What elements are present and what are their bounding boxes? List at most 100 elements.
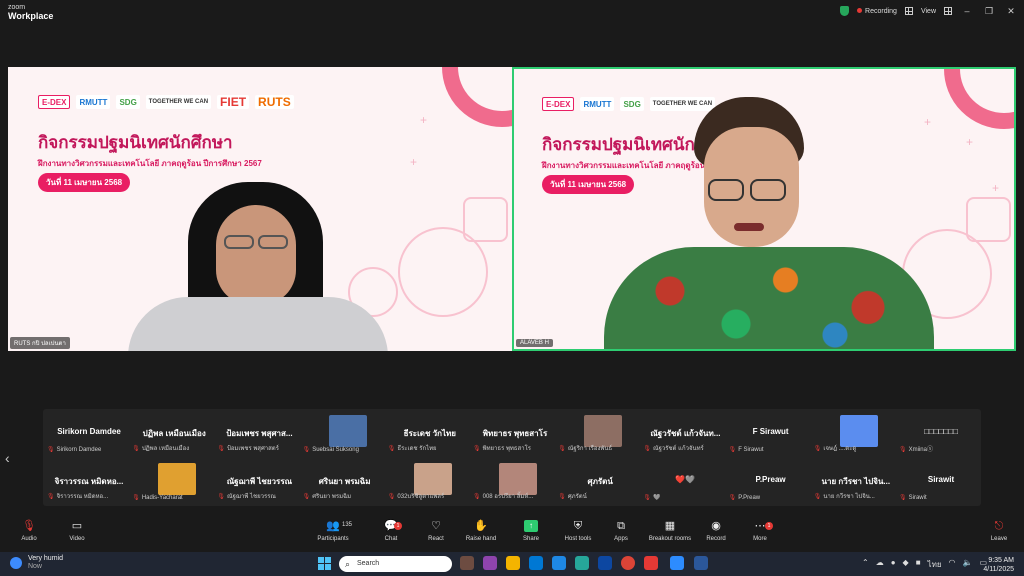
video-tile-left[interactable]: E-DEX RMUTT SDG TOGETHER WE CAN FIET RUT… — [8, 67, 512, 351]
clock-date: 4/11/2025 — [983, 566, 1014, 573]
participant-tile[interactable]: □□□□□□□ 🎙 Xmiinaⓢ — [895, 411, 987, 457]
search-icon: ⌕ — [345, 559, 351, 569]
tray-app-icon[interactable]: ◆ — [903, 558, 909, 571]
share-button[interactable]: ↑ Share — [506, 520, 556, 542]
participant-display-name: นาย กวีรชา ไปจิน... — [821, 477, 891, 486]
participant-name-text: ณัฐฌาพี ไชยวรรณ — [227, 494, 276, 500]
recording-label: Recording — [865, 7, 897, 15]
participant-name-text: ศรินยา พรมฉิม — [312, 494, 352, 500]
minimize-icon[interactable]: – — [960, 6, 974, 16]
store-icon[interactable] — [575, 556, 589, 570]
close-icon[interactable]: ✕ — [1004, 6, 1018, 17]
participant-tile[interactable]: ปฏิพล เหมือนเมือง 🎙 ปฏิพล เหมือนเมือง — [128, 411, 220, 457]
participant-name-text: Sirikorn Damdee — [56, 447, 102, 453]
wifi-icon[interactable]: ◠ — [949, 558, 956, 571]
record-icon: ◉ — [711, 520, 721, 532]
participant-display-name: ❤️🩶 — [675, 475, 696, 484]
participant-tile[interactable]: นาย กวีรชา ไปจิน... 🎙 นาย กวีรชา ไปจิน... — [810, 459, 902, 505]
audio-button[interactable]: 🎙 Audio — [4, 520, 54, 542]
video-tile-right-active-speaker[interactable]: E-DEX RMUTT SDG TOGETHER WE CAN กิจกรรมป… — [512, 67, 1016, 351]
record-button[interactable]: ◉ Record — [691, 520, 741, 542]
participant-tile[interactable]: P.Preaw 🎙 P.Preaw — [725, 459, 817, 505]
tray-app-icon[interactable]: ● — [891, 558, 896, 571]
participant-name-label: 🎙 ศุภรัตน์ — [558, 491, 587, 501]
react-button[interactable]: ♡ React — [411, 520, 461, 542]
participant-avatar — [158, 463, 197, 495]
system-tray[interactable]: ⌃ ☁ ● ◆ ■ ไทย ◠ 🔈 ▭ — [862, 558, 987, 571]
participant-name-text: ณัฐริกา เรืองพันธ์ — [567, 446, 613, 452]
participant-name-label: 🎙 Hadis-Yacharat — [132, 494, 183, 501]
task-view-icon[interactable] — [460, 556, 474, 570]
logo-edex: E-DEX — [542, 97, 575, 111]
zoom-taskbar-icon[interactable] — [670, 556, 684, 570]
word-icon[interactable] — [694, 556, 708, 570]
video-camera-icon: ▭ — [71, 520, 83, 532]
participant-name-text: 008 อรปรียา ลิ้มห์... — [482, 494, 534, 500]
edge-icon[interactable] — [552, 556, 566, 570]
participant-display-name: ธีระเดช วักไทย — [403, 429, 456, 438]
zoom-window: zoom Workplace Recording View – ❐ ✕ E-DE… — [0, 0, 1024, 576]
participant-tile[interactable]: 🎙 008 อรปรียา ลิ้มห์... — [469, 459, 561, 505]
participant-tile[interactable]: 🎙 Suebsai Suksong — [299, 411, 391, 457]
participant-tile[interactable]: ศรินยา พรมฉิม 🎙 ศรินยา พรมฉิม — [299, 459, 391, 505]
participant-name-label: 🎙 Sirikorn Damdee — [47, 446, 101, 453]
participants-button[interactable]: 👥 Participants 135 — [308, 520, 358, 542]
participant-tile[interactable]: พิทยาธร พุทธสาโร 🎙 พิทยาธร พุทธสาโร — [469, 411, 561, 457]
pdf-icon[interactable] — [644, 556, 658, 570]
view-grid-icon[interactable] — [944, 7, 952, 15]
participant-tile[interactable]: ❤️🩶 🎙 🩶 — [639, 459, 731, 505]
participant-tile[interactable]: F Sirawut 🎙 F Sirawut — [725, 411, 817, 457]
participant-tile[interactable]: 🎙 032บริซิลูตาแพลร์ — [384, 459, 476, 505]
weather-line2: Now — [27, 563, 42, 570]
taskbar-clock[interactable]: 9:35 AM 4/11/2025 — [983, 556, 1014, 574]
participant-tile[interactable]: ณัฐฌาพี ไชยวรรณ 🎙 ณัฐฌาพี ไชยวรรณ — [213, 459, 305, 505]
chat-button[interactable]: 💬 Chat 1 — [366, 520, 416, 542]
windows-start-icon[interactable] — [318, 557, 331, 570]
gallery-grid-icon[interactable] — [904, 7, 913, 15]
breakout-rooms-button[interactable]: ▦ Breakout rooms — [643, 520, 697, 542]
app-icon[interactable] — [598, 556, 612, 570]
language-indicator[interactable]: ไทย — [928, 558, 942, 571]
participant-tile[interactable]: Sirawit 🎙 Sirawit — [895, 459, 987, 505]
participant-tile[interactable]: 🎙 Hadis-Yacharat — [128, 459, 220, 505]
mic-muted-icon: 🎙 — [217, 494, 226, 500]
raise-hand-button[interactable]: ✋ Raise hand — [456, 520, 506, 542]
mic-muted-icon: 🎙 — [813, 446, 822, 452]
participant-tile[interactable]: ป้อมเพชร พสุศาส... 🎙 ป้อมเพชร พสุศาสตร์ — [213, 411, 305, 457]
participant-name-label: 🎙 นาย กวีรชา ไปจิน... — [814, 491, 875, 501]
participant-name-label: 🎙 F Sirawut — [729, 446, 764, 453]
more-button[interactable]: ⋯ More 1 — [735, 520, 785, 542]
participant-tile[interactable]: จิราวรรณ หมิดหอ... 🎙 จิราวรรณ หมิดหอ... — [43, 459, 135, 505]
participant-tile[interactable]: 🎙 เจษฎ์ ....ตะดู — [810, 411, 902, 457]
plus-decoration-icon: + — [992, 181, 1000, 195]
clock-time: 9:35 AM — [988, 557, 1014, 564]
onedrive-icon[interactable]: ☁ — [876, 558, 884, 571]
outlook-icon[interactable] — [529, 556, 543, 570]
tray-chevron-icon[interactable]: ⌃ — [862, 558, 869, 571]
speaker-icon[interactable]: 🔈 — [963, 558, 973, 571]
view-button[interactable]: View — [921, 8, 936, 15]
plus-decoration-icon: + — [420, 113, 428, 127]
participant-tile[interactable]: ธีระเดช วักไทย 🎙 ธีระเดช รักไทย — [384, 411, 476, 457]
participant-tile[interactable]: ณัฐวรัชต์ แก้วจันท... 🎙 ณัฐวรัชต์ แก้วจันท… — [639, 411, 731, 457]
taskbar-search[interactable]: ⌕ Search — [339, 556, 452, 572]
copilot-icon[interactable] — [483, 556, 497, 570]
security-shield-icon[interactable] — [840, 6, 850, 16]
participant-tile[interactable]: Sirikorn Damdee 🎙 Sirikorn Damdee — [43, 411, 135, 457]
participant-avatar — [328, 415, 367, 447]
participants-label: Participants — [317, 536, 349, 542]
leave-button[interactable]: ⎋ Leave — [974, 520, 1024, 542]
video-button[interactable]: ▭ Video — [52, 520, 102, 542]
previous-page-chevron-icon[interactable]: ‹ — [5, 450, 10, 466]
apps-button[interactable]: ⧉ Apps — [596, 520, 646, 542]
participant-tile[interactable]: ศุภรัตน์ 🎙 ศุภรัตน์ — [554, 459, 646, 505]
recording-indicator[interactable]: Recording — [857, 7, 897, 15]
chrome-icon[interactable] — [621, 556, 635, 570]
file-explorer-icon[interactable] — [506, 556, 520, 570]
participant-tile[interactable]: 🎙 ณัฐริกา เรืองพันธ์ — [554, 411, 646, 457]
tray-app-icon[interactable]: ■ — [916, 558, 921, 571]
weather-widget[interactable]: Very humid Now — [10, 555, 63, 571]
participant-name-text: 🩶 — [653, 495, 661, 501]
participant-display-name: □□□□□□□ — [924, 427, 958, 436]
restore-icon[interactable]: ❐ — [982, 6, 996, 17]
